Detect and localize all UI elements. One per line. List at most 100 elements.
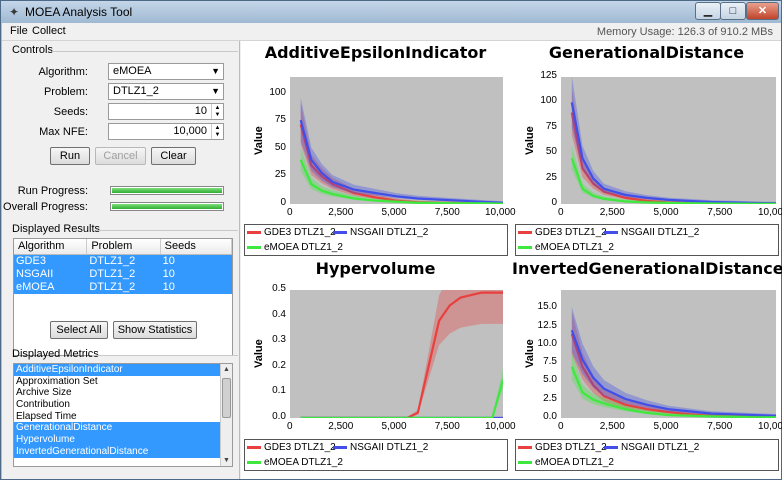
chevron-down-icon: ▼ <box>211 66 220 76</box>
legend-swatch <box>247 460 261 464</box>
table-cell: eMOEA <box>16 281 55 293</box>
algorithm-label: Algorithm: <box>38 66 88 78</box>
y-tick-label: 100 <box>269 86 286 98</box>
y-tick-label: 10.0 <box>537 337 557 349</box>
series-band-0 <box>300 103 503 204</box>
table-row[interactable]: eMOEA DTLZ1_2 10 <box>14 281 232 294</box>
legend-label: GDE3 DTLZ1_2 <box>264 442 336 453</box>
legend-label: NSGAII DTLZ1_2 <box>621 442 700 453</box>
charts-panel: AdditiveEpsilonIndicator Value 0 25 50 75 100 0… <box>241 41 782 479</box>
algorithm-value: eMOEA <box>113 65 152 77</box>
run-progress-bar <box>110 186 224 195</box>
table-row[interactable]: NSGAII DTLZ1_2 10 <box>14 268 232 281</box>
metric-item[interactable]: Contribution <box>14 399 220 411</box>
column-header[interactable]: Algorithm <box>14 239 88 254</box>
metrics-list[interactable]: AdditiveEpsilonIndicator Approximation S… <box>13 363 233 467</box>
clear-button[interactable]: Clear <box>151 147 196 165</box>
metrics-scrollbar[interactable]: ▲ ▼ <box>220 364 232 466</box>
title-bar[interactable]: ✦ MOEA Analysis Tool ▁ □ ✕ <box>1 1 781 23</box>
menu-collect[interactable]: Collect <box>32 25 66 37</box>
cancel-button[interactable]: Cancel <box>95 147 146 165</box>
legend-swatch <box>518 230 532 234</box>
table-cell: GDE3 <box>16 255 46 267</box>
legend-label: NSGAII DTLZ1_2 <box>621 227 700 238</box>
y-axis-label: Value <box>253 339 265 368</box>
left-panel: Controls Algorithm: eMOEA ▼ Problem: DTLZ… <box>2 41 240 479</box>
metric-item[interactable]: GenerationalDistance <box>14 422 220 435</box>
legend-label: eMOEA DTLZ1_2 <box>264 457 343 468</box>
x-tick-label: 10,000 <box>485 207 516 218</box>
legend-label: GDE3 DTLZ1_2 <box>535 442 607 453</box>
metrics-heading: Displayed Metrics <box>12 348 99 360</box>
legend-swatch <box>247 245 261 249</box>
table-row[interactable]: GDE3 DTLZ1_2 10 <box>14 255 232 268</box>
metric-item[interactable]: Hypervolume <box>14 434 220 446</box>
scroll-down-icon[interactable]: ▼ <box>221 455 232 466</box>
problem-select[interactable]: DTLZ1_2 ▼ <box>108 83 224 100</box>
close-button[interactable]: ✕ <box>746 2 779 20</box>
x-tick-label: 7,500 <box>434 207 460 218</box>
y-tick-label: 2.5 <box>543 392 557 404</box>
legend-item: NSGAII DTLZ1_2 <box>333 442 428 453</box>
y-tick-label: 0.3 <box>272 334 286 346</box>
legend-item: GDE3 DTLZ1_2 <box>518 227 607 238</box>
legend-item: eMOEA DTLZ1_2 <box>247 457 343 468</box>
x-tick-label: 7,500 <box>707 207 733 218</box>
column-header[interactable]: Seeds <box>161 239 232 254</box>
y-tick-label: 0.4 <box>272 308 286 320</box>
y-tick-label: 0.5 <box>272 283 286 294</box>
chart-legend: GDE3 DTLZ1_2 NSGAII DTLZ1_2 eMOEA DTLZ1_2 <box>244 224 508 256</box>
y-tick-label: 50 <box>545 146 557 158</box>
legend-item: NSGAII DTLZ1_2 <box>333 227 428 238</box>
scroll-thumb[interactable] <box>222 378 231 418</box>
y-tick-label: 75 <box>274 114 286 126</box>
x-tick-label: 7,500 <box>434 421 460 432</box>
show-statistics-button[interactable]: Show Statistics <box>113 321 197 339</box>
minimize-button[interactable]: ▁ <box>695 2 721 20</box>
maximize-button[interactable]: □ <box>720 2 746 20</box>
legend-item: GDE3 DTLZ1_2 <box>247 442 336 453</box>
y-axis-label: Value <box>524 125 536 155</box>
chart-legend: GDE3 DTLZ1_2 NSGAII DTLZ1_2 eMOEA DTLZ1_2 <box>244 439 508 471</box>
y-tick-label: 0.2 <box>272 359 286 371</box>
metric-item[interactable]: Archive Size <box>14 387 220 399</box>
metric-item[interactable]: AdditiveEpsilonIndicator <box>14 364 220 376</box>
memory-usage: Memory Usage: 126.3 of 910.2 MBs <box>596 26 773 38</box>
legend-label: eMOEA DTLZ1_2 <box>535 242 614 253</box>
spinner-down-icon[interactable]: ▼ <box>211 131 223 139</box>
spinner-down-icon[interactable]: ▼ <box>211 111 223 119</box>
run-button[interactable]: Run <box>50 147 90 165</box>
seeds-label: Seeds: <box>53 106 88 118</box>
y-tick-label: 0 <box>280 197 286 208</box>
window-title: MOEA Analysis Tool <box>25 5 133 19</box>
legend-swatch <box>518 460 532 464</box>
table-cell: DTLZ1_2 <box>89 268 136 280</box>
y-tick-label: 50 <box>274 141 286 153</box>
metric-item[interactable]: InvertedGenerationalDistance <box>14 445 220 458</box>
legend-swatch <box>604 230 618 234</box>
legend-label: NSGAII DTLZ1_2 <box>350 227 429 238</box>
chart-legend: GDE3 DTLZ1_2 NSGAII DTLZ1_2 eMOEA DTLZ1_2 <box>515 439 779 471</box>
menu-file[interactable]: File <box>10 25 28 37</box>
select-all-button[interactable]: Select All <box>50 321 108 339</box>
algorithm-select[interactable]: eMOEA ▼ <box>108 63 224 80</box>
maxnfe-spinner[interactable]: 10,000 ▲ ▼ <box>108 123 224 140</box>
legend-swatch <box>518 445 532 449</box>
table-cell: 10 <box>162 255 175 267</box>
content-area: Controls Algorithm: eMOEA ▼ Problem: DTLZ… <box>2 41 782 479</box>
y-tick-label: 12.5 <box>537 319 557 331</box>
series-band-0 <box>300 290 503 418</box>
legend-item: GDE3 DTLZ1_2 <box>247 227 336 238</box>
legend-label: GDE3 DTLZ1_2 <box>535 227 607 238</box>
x-tick-label: 5,000 <box>381 421 407 432</box>
seeds-spinner[interactable]: 10 ▲ ▼ <box>108 103 224 120</box>
y-tick-label: 7.5 <box>543 356 557 368</box>
column-header[interactable]: Problem <box>87 239 161 254</box>
overall-progress-fill <box>112 204 222 209</box>
y-tick-label: 100 <box>540 95 557 107</box>
x-tick-label: 2,500 <box>599 207 625 218</box>
scroll-up-icon[interactable]: ▲ <box>221 364 232 375</box>
controls-heading: Controls <box>12 44 53 56</box>
metric-item[interactable]: Approximation Set <box>14 376 220 388</box>
metric-item[interactable]: Elapsed Time <box>14 411 220 423</box>
